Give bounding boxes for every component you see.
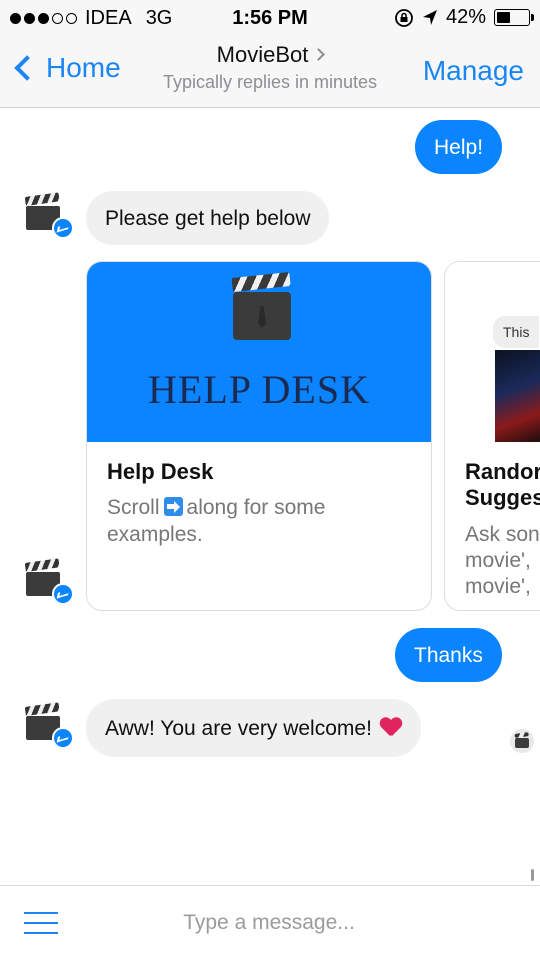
card-subtitle-line: Ask son <box>465 523 540 546</box>
carousel-card-help-desk[interactable]: HELP DESK Help Desk Scroll along for some… <box>86 261 432 611</box>
location-arrow-icon <box>422 9 437 25</box>
chevron-right-icon <box>312 48 326 61</box>
card-image-caption: HELP DESK <box>148 367 370 412</box>
message-incoming-help-intro[interactable]: Please get help below <box>86 191 330 245</box>
status-bar: IDEA 3G 1:56 PM 42% <box>0 0 540 36</box>
card-subtitle-start: Scroll <box>107 496 160 519</box>
battery-percent: 42% <box>445 6 486 28</box>
back-label: Home <box>46 52 121 83</box>
movie-poster-image <box>495 350 540 442</box>
heart-icon <box>380 718 402 738</box>
card-subtitle: Ask son movie', movie', <box>465 522 540 600</box>
card-title-line: Sugges <box>465 485 540 510</box>
composer-bar <box>0 885 540 960</box>
message-input[interactable] <box>84 902 454 944</box>
card-image: This <box>445 262 540 442</box>
card-image-bubble: This <box>493 316 540 348</box>
clapperboard-icon <box>231 272 291 342</box>
messenger-badge-icon <box>52 583 74 605</box>
status-right: 42% <box>394 6 534 29</box>
message-text: Aww! You are very welcome! <box>105 716 372 740</box>
chat-thread[interactable]: Help! Please get help below HELP DESK He… <box>0 109 540 885</box>
messenger-badge-icon <box>52 217 74 239</box>
card-image: HELP DESK <box>87 262 431 442</box>
bot-avatar[interactable] <box>24 699 74 749</box>
conversation-title: MovieBot <box>216 42 309 67</box>
card-title-line: Randor <box>465 459 540 484</box>
message-outgoing-help[interactable]: Help! <box>415 120 503 174</box>
chevron-left-icon <box>14 55 40 81</box>
carousel-card-random-suggestion[interactable]: This Randor Sugges Ask son movie', movie… <box>444 261 540 611</box>
conversation-header[interactable]: MovieBot Typically replies in minutes <box>130 42 410 93</box>
scrollbar[interactable] <box>531 869 534 881</box>
rotation-lock-icon <box>395 8 413 27</box>
card-title: Help Desk <box>107 459 214 484</box>
card-subtitle-line: movie', <box>465 549 531 572</box>
back-button[interactable]: Home <box>12 52 121 84</box>
message-outgoing-thanks[interactable]: Thanks <box>395 628 502 682</box>
conversation-title-row: MovieBot <box>130 42 410 68</box>
battery-icon <box>494 9 534 26</box>
card-subtitle-line: movie', <box>465 575 531 598</box>
clapperboard-icon <box>514 732 529 748</box>
bot-avatar[interactable] <box>24 189 74 239</box>
messenger-badge-icon <box>52 727 74 749</box>
bot-avatar[interactable] <box>24 555 74 605</box>
right-arrow-icon <box>163 497 183 516</box>
manage-button[interactable]: Manage <box>423 55 524 87</box>
menu-icon[interactable] <box>24 910 58 936</box>
nav-bar: Home MovieBot Typically replies in minut… <box>0 36 540 108</box>
card-subtitle: Scroll along for some examples. <box>107 494 407 548</box>
conversation-subtitle: Typically replies in minutes <box>162 72 378 92</box>
read-receipt-avatar <box>510 729 534 753</box>
message-incoming-welcome[interactable]: Aww! You are very welcome! <box>86 699 421 757</box>
card-title: Randor Sugges <box>465 459 540 511</box>
